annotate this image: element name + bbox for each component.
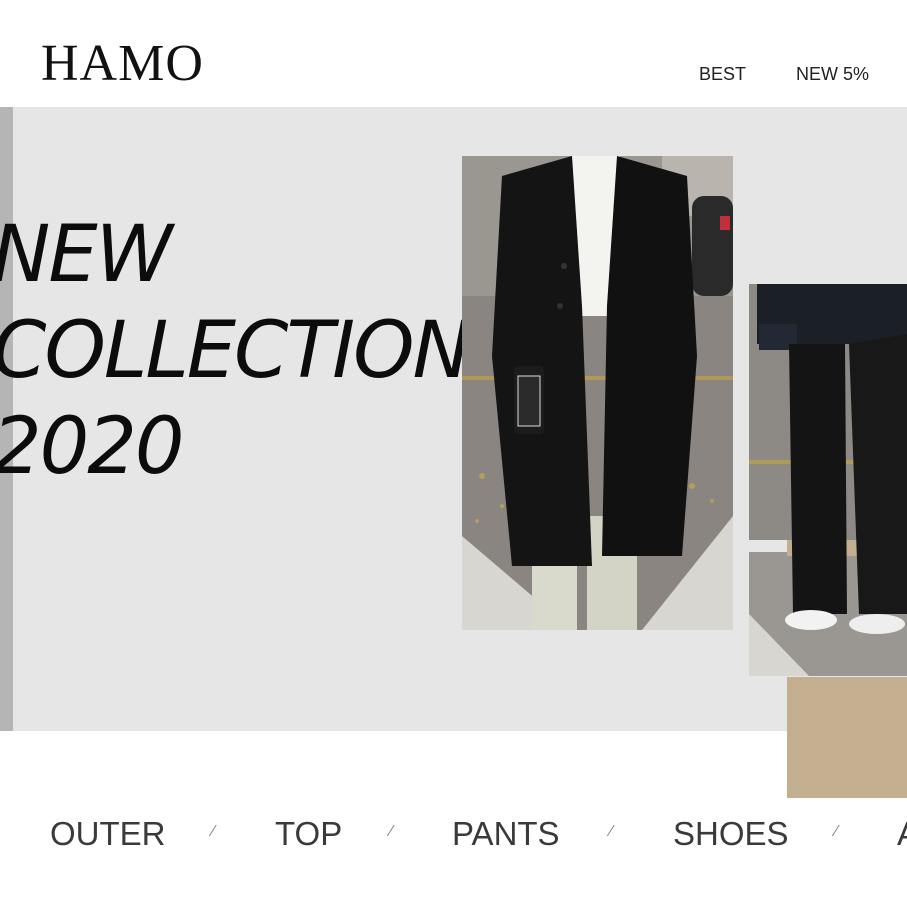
pants-photo-image bbox=[749, 284, 907, 676]
top-nav: BEST NEW 5% bbox=[699, 64, 869, 85]
coat-photo-image bbox=[462, 156, 733, 630]
headline-line-3: 2020 bbox=[0, 402, 185, 492]
headline-line-1: NEW bbox=[0, 210, 173, 300]
hero-photo-pants[interactable] bbox=[749, 284, 907, 676]
category-separator: ⁄ bbox=[610, 823, 613, 840]
hero-banner[interactable]: NEW COLLECTION 2020 bbox=[0, 107, 907, 731]
nav-link-new[interactable]: NEW 5% bbox=[796, 64, 869, 85]
category-separator: ⁄ bbox=[212, 823, 215, 840]
nav-link-best[interactable]: BEST bbox=[699, 64, 746, 85]
category-nav: OUTER ⁄ TOP ⁄ PANTS ⁄ SHOES ⁄ A bbox=[0, 815, 907, 865]
hero-headline: NEW COLLECTION 2020 bbox=[0, 207, 471, 495]
category-top[interactable]: TOP bbox=[275, 815, 342, 853]
category-accessories[interactable]: A bbox=[897, 815, 907, 853]
category-separator: ⁄ bbox=[835, 823, 838, 840]
category-pants[interactable]: PANTS bbox=[452, 815, 560, 853]
category-shoes[interactable]: SHOES bbox=[673, 815, 789, 853]
category-outer[interactable]: OUTER bbox=[50, 815, 166, 853]
headline-line-2: COLLECTION bbox=[0, 306, 471, 396]
site-header: HAMO BEST NEW 5% bbox=[0, 0, 907, 107]
brand-logo[interactable]: HAMO bbox=[41, 34, 204, 94]
hero-photo-coat[interactable] bbox=[462, 156, 733, 630]
category-separator: ⁄ bbox=[390, 823, 393, 840]
accent-block bbox=[787, 677, 907, 798]
